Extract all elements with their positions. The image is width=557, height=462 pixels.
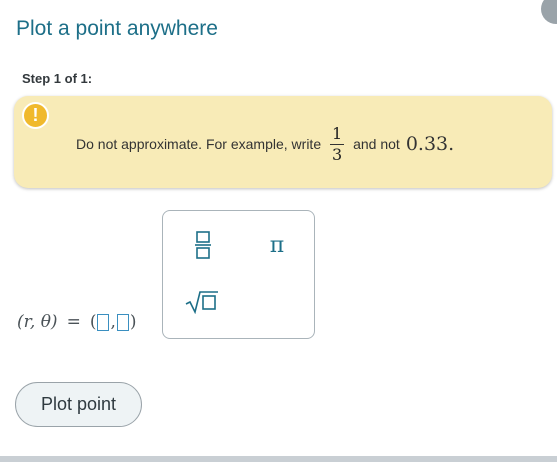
equals-sign: = <box>66 312 81 332</box>
pi-button[interactable]: π <box>261 227 293 263</box>
exclamation-icon: ! <box>22 102 49 129</box>
note-text: Do not approximate. For example, write 1… <box>76 118 454 170</box>
plot-point-button[interactable]: Plot point <box>15 382 142 427</box>
fraction-denominator: 3 <box>332 144 343 164</box>
page-title: Plot a point anywhere <box>16 17 218 40</box>
decimal-period: . <box>448 133 455 155</box>
decimal-example: 0.33. <box>406 133 454 155</box>
step-label: Step 1 of 1: <box>22 71 93 86</box>
fraction-template-icon[interactable] <box>187 227 219 263</box>
comma: , <box>110 312 116 332</box>
note-text-before: Do not approximate. For example, write <box>76 136 322 152</box>
theta-input[interactable] <box>116 313 129 331</box>
polar-coordinates-label: (r, θ) <box>17 312 58 332</box>
corner-button[interactable] <box>541 0 557 24</box>
fraction-numerator: 1 <box>332 123 343 143</box>
question-panel: Plot a point anywhere Step 1 of 1: ! Do … <box>0 0 557 456</box>
warning-note: ! Do not approximate. For example, write… <box>14 96 552 188</box>
note-text-between: and not <box>353 136 400 152</box>
square-root-icon[interactable] <box>183 285 221 319</box>
bottom-bar <box>0 456 557 462</box>
example-fraction: 1 3 <box>330 123 345 164</box>
math-palette: π <box>162 210 315 339</box>
fraction-template-svg <box>195 231 211 259</box>
r-input[interactable] <box>97 313 110 331</box>
square-root-svg <box>185 291 218 314</box>
decimal-value: 0.33 <box>405 133 449 155</box>
answer-expression: (r, θ) = ( , ) <box>17 312 137 332</box>
open-paren: ( <box>89 312 97 332</box>
pi-symbol: π <box>269 232 285 258</box>
close-paren: ) <box>129 312 137 332</box>
